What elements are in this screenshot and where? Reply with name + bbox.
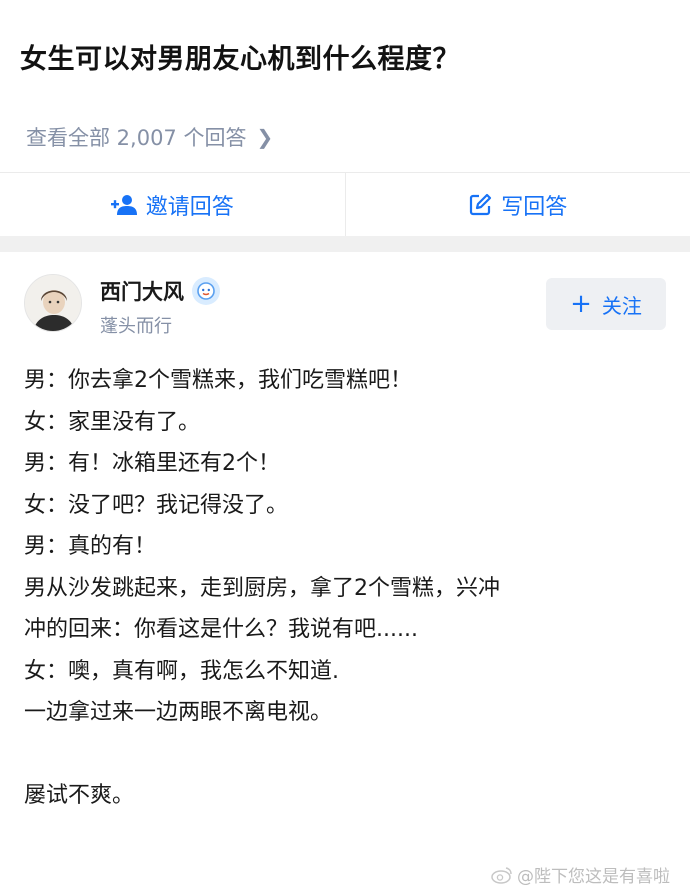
avatar-illustration bbox=[25, 275, 81, 331]
invite-answer-button[interactable]: 邀请回答 bbox=[0, 173, 345, 236]
answer-line: 冲的回来：你看这是什么？我说有吧...... bbox=[24, 617, 418, 642]
author-name-wrap: 西门大风 bbox=[100, 276, 220, 306]
watermark: @陛下您这是有喜啦 bbox=[491, 862, 670, 887]
answer-line: 男：有！冰箱里还有2个！ bbox=[24, 451, 280, 476]
add-user-icon bbox=[110, 194, 137, 215]
section-divider bbox=[0, 236, 690, 252]
answer-line: 女：噢，真有啊，我怎么不知道. bbox=[24, 658, 339, 684]
write-answer-label: 写回答 bbox=[501, 194, 568, 220]
author-row: 西门大风 蓬头而行 + 关注 bbox=[24, 272, 666, 337]
weibo-icon bbox=[491, 866, 512, 884]
answer-line: 男从沙发跳起来，走到厨房，拿了2个雪糕，兴冲 bbox=[24, 575, 500, 601]
answer-line: 一边拿过来一边两眼不离电视。 bbox=[24, 700, 333, 725]
verified-badge-icon bbox=[192, 277, 220, 305]
answer-line: 女：家里没有了。 bbox=[24, 409, 201, 435]
write-answer-button[interactable]: 写回答 bbox=[344, 173, 690, 236]
answer-line: 屡试不爽。 bbox=[24, 783, 135, 808]
chevron-right-icon: ❯ bbox=[256, 125, 274, 149]
action-bar: 邀请回答 写回答 bbox=[0, 172, 690, 236]
question-title[interactable]: 女生可以对男朋友心机到什么程度？ bbox=[20, 42, 670, 78]
avatar[interactable] bbox=[24, 274, 82, 332]
view-all-label: 查看全部 2,007 个回答 bbox=[26, 126, 247, 150]
follow-label: 关注 bbox=[601, 293, 642, 318]
answer-line: 女：没了吧？我记得没了。 bbox=[24, 492, 289, 518]
edit-icon bbox=[470, 193, 492, 215]
answer-body: 男：你去拿2个雪糕来，我们吃雪糕吧！ 女：家里没有了。男：有！冰箱里还有2个！ 女：… bbox=[24, 360, 674, 817]
author-name[interactable]: 西门大风 bbox=[100, 276, 184, 306]
author-bio: 蓬头而行 bbox=[100, 316, 172, 337]
follow-button[interactable]: + 关注 bbox=[546, 278, 666, 330]
answer-line: 男：真的有！ bbox=[24, 534, 157, 559]
answer-line: 男：你去拿2个雪糕来，我们吃雪糕吧！ bbox=[24, 368, 412, 393]
watermark-text: @陛下您这是有喜啦 bbox=[517, 867, 670, 887]
plus-icon: + bbox=[570, 289, 592, 319]
view-all-answers-link[interactable]: 查看全部 2,007 个回答 ❯ bbox=[26, 121, 273, 153]
question-header: 女生可以对男朋友心机到什么程度？ bbox=[0, 0, 690, 110]
invite-answer-label: 邀请回答 bbox=[145, 194, 234, 220]
